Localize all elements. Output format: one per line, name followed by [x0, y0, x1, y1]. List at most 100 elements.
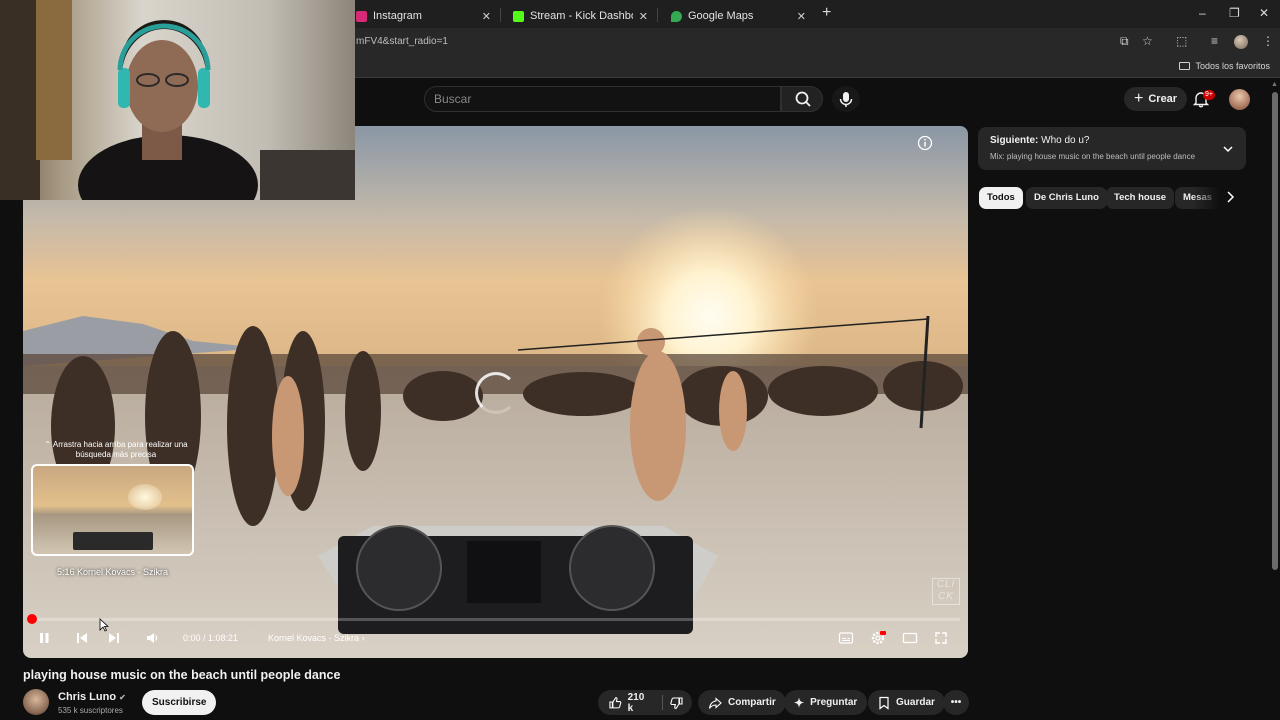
- next-button[interactable]: [107, 631, 121, 648]
- captions-icon: [838, 632, 854, 644]
- thumbs-down-icon: [670, 696, 683, 709]
- captions-button[interactable]: [838, 631, 854, 648]
- ask-label: Preguntar: [810, 697, 858, 708]
- dislike-button[interactable]: [663, 690, 692, 715]
- install-app-icon[interactable]: ⧉: [1120, 34, 1129, 49]
- chevron-right-icon[interactable]: [1224, 190, 1236, 204]
- thumbs-up-icon: [609, 696, 622, 708]
- bookmark-star-icon[interactable]: ☆: [1142, 34, 1153, 48]
- up-next-label: Siguiente:: [990, 135, 1039, 146]
- tab-kick-dashboard[interactable]: Stream - Kick Dashboard ✕: [501, 4, 656, 28]
- settings-button[interactable]: [870, 630, 886, 649]
- restore-icon[interactable]: ❐: [1229, 6, 1240, 20]
- close-tab-icon[interactable]: ✕: [797, 10, 806, 23]
- create-label: Crear: [1148, 93, 1178, 105]
- close-tab-icon[interactable]: ✕: [482, 10, 491, 23]
- minimize-icon[interactable]: –: [1199, 6, 1206, 20]
- streamer-webcam-feed: [0, 0, 355, 200]
- share-button[interactable]: Compartir: [698, 690, 786, 715]
- tab-instagram[interactable]: Instagram ✕: [344, 4, 499, 28]
- theater-icon: [902, 632, 918, 644]
- extensions-icon[interactable]: ⬚: [1176, 34, 1187, 48]
- instagram-icon: [356, 10, 367, 22]
- chapter-button[interactable]: Kornel Kovacs - Szikra ›: [268, 633, 365, 643]
- chip-de-chris-luno[interactable]: De Chris Luno: [1026, 187, 1107, 209]
- preview-deck: [73, 532, 153, 550]
- like-count: 210 k: [627, 691, 645, 714]
- plus-icon: +: [1134, 90, 1144, 107]
- up-next-card[interactable]: [978, 127, 1246, 170]
- new-tab-icon[interactable]: +: [822, 4, 831, 22]
- chevron-down-icon[interactable]: [1222, 143, 1234, 155]
- tab-title: Google Maps: [688, 10, 754, 22]
- up-next-mix: Mix: playing house music on the beach un…: [990, 152, 1196, 161]
- previous-button[interactable]: [75, 631, 89, 648]
- all-bookmarks-button[interactable]: Todos los favoritos: [1179, 61, 1270, 71]
- seek-hint: ⌃ Arrastra hacia arriba para realizar un…: [44, 440, 188, 459]
- subscribe-button[interactable]: Suscribirse: [142, 690, 217, 715]
- time-display: 0:00 / 1:08:21: [183, 633, 239, 643]
- up-next-video-title: Who do u?: [1041, 135, 1090, 146]
- previous-icon: [77, 633, 87, 643]
- search-button[interactable]: [781, 86, 823, 112]
- all-bookmarks-label: Todos los favoritos: [1195, 61, 1270, 71]
- like-button[interactable]: 210 k: [598, 690, 662, 715]
- close-tab-icon[interactable]: ✕: [639, 10, 648, 23]
- tab-divider: [657, 8, 658, 22]
- more-horizontal-icon: •••: [950, 697, 962, 708]
- save-label: Guardar: [896, 697, 935, 708]
- next-icon: [109, 633, 119, 643]
- search-icon: [795, 91, 811, 107]
- volume-icon: [147, 633, 158, 643]
- folder-icon: [1179, 62, 1191, 70]
- theater-mode-button[interactable]: [902, 631, 918, 648]
- chapter-title: Kornel Kovacs - Szikra: [268, 633, 360, 643]
- save-button[interactable]: Guardar: [868, 690, 945, 715]
- chip-todos[interactable]: Todos: [979, 187, 1023, 209]
- ask-button[interactable]: ✦ Preguntar: [784, 690, 868, 715]
- chip-tech-house[interactable]: Tech house: [1106, 187, 1175, 209]
- tab-title: Instagram: [373, 10, 422, 22]
- volume-button[interactable]: [145, 631, 159, 648]
- account-avatar[interactable]: [1229, 89, 1250, 110]
- pause-icon: [40, 633, 49, 643]
- verified-icon: ✔: [119, 693, 126, 702]
- voice-search-button[interactable]: [832, 86, 860, 112]
- window-close-icon[interactable]: ✕: [1259, 6, 1269, 20]
- scrubber-handle[interactable]: [27, 614, 37, 624]
- pause-button[interactable]: [37, 631, 51, 648]
- share-label: Compartir: [728, 697, 776, 708]
- info-icon[interactable]: [917, 135, 933, 151]
- mouse-cursor-icon: [99, 618, 109, 632]
- preview-sun: [128, 484, 162, 510]
- scroll-up-arrow-icon[interactable]: ▲: [1271, 81, 1278, 88]
- channel-name[interactable]: Chris Luno ✔: [58, 691, 126, 703]
- create-button[interactable]: + Crear: [1124, 87, 1188, 111]
- scrollbar-thumb[interactable]: [1272, 92, 1278, 570]
- gear-icon: [871, 631, 886, 645]
- channel-name-text: Chris Luno: [58, 691, 117, 703]
- loading-spinner: [475, 372, 517, 414]
- watermark-logo: CLI CK: [932, 578, 960, 605]
- address-bar[interactable]: mFV4&start_radio=1: [356, 36, 448, 47]
- tab-google-maps[interactable]: Google Maps ✕: [659, 4, 814, 28]
- chevron-right-icon: ›: [361, 633, 365, 643]
- browser-menu-icon[interactable]: ⋮: [1262, 34, 1274, 48]
- channel-avatar[interactable]: [23, 689, 49, 715]
- up-next-title: Siguiente: Who do u?: [990, 135, 1090, 146]
- share-icon: [708, 696, 722, 709]
- more-actions-button[interactable]: •••: [943, 690, 969, 715]
- browser-profile-avatar[interactable]: [1234, 35, 1248, 49]
- fullscreen-button[interactable]: [934, 631, 948, 648]
- media-controls-icon[interactable]: ≡: [1211, 34, 1218, 48]
- chip-fade: [1192, 185, 1227, 211]
- tab-title: Stream - Kick Dashboard: [530, 10, 633, 22]
- fullscreen-icon: [935, 632, 947, 644]
- mic-icon: [839, 92, 853, 107]
- notification-badge: 9+: [1203, 90, 1215, 100]
- search-input[interactable]: Buscar: [424, 86, 781, 112]
- video-title: playing house music on the beach until p…: [23, 668, 341, 682]
- sparkle-icon: ✦: [794, 695, 805, 710]
- progress-bar[interactable]: [31, 618, 960, 621]
- webcam-overlay: [0, 0, 355, 200]
